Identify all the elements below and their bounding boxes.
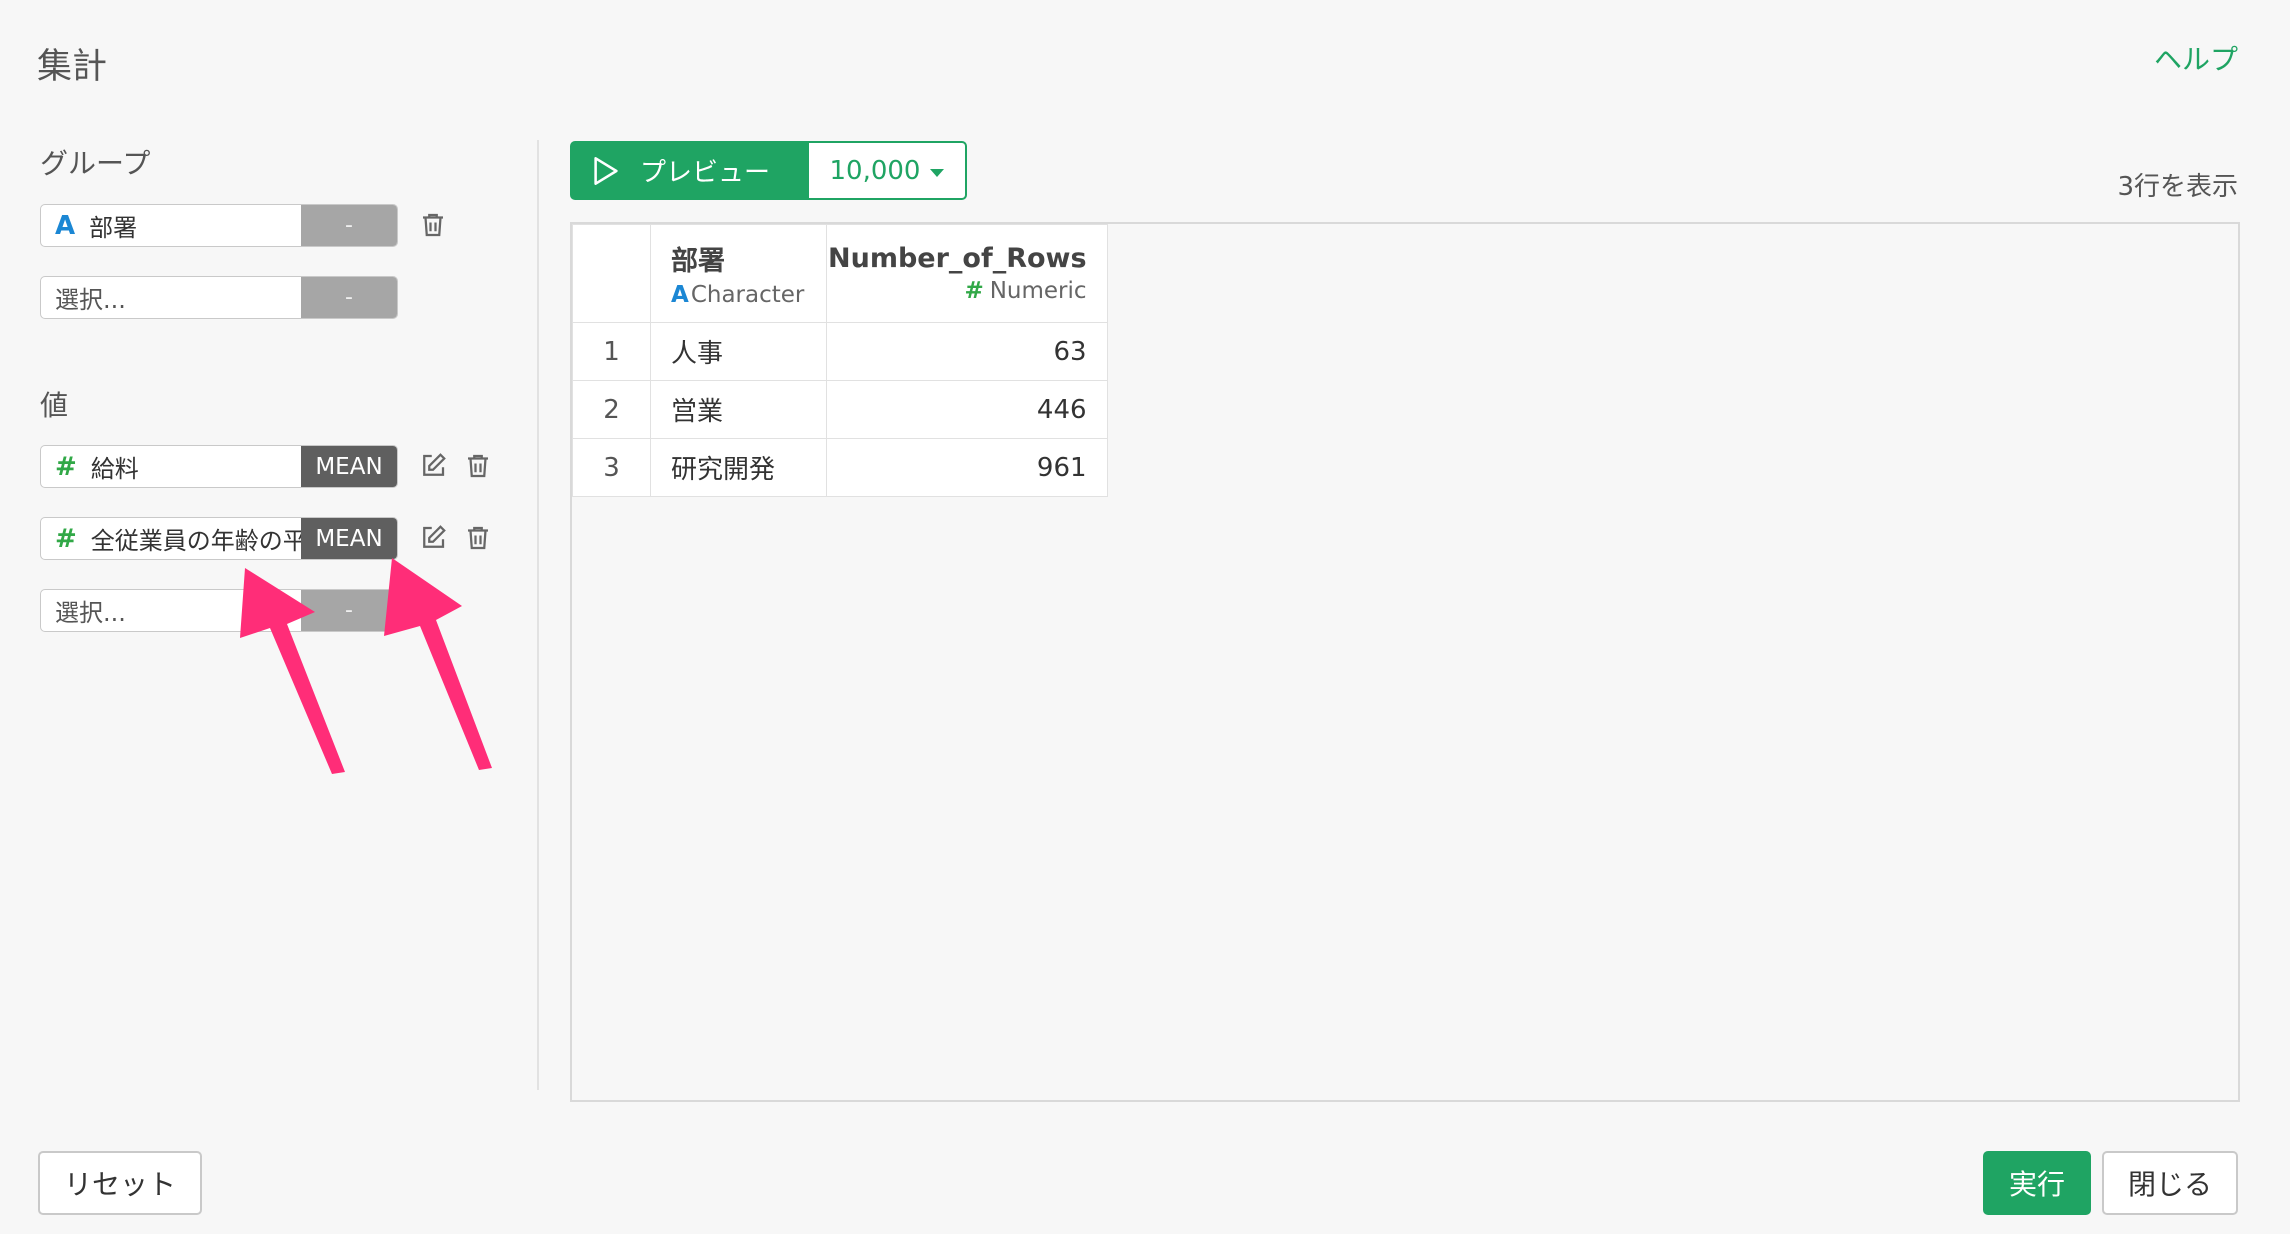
cell-dept: 研究開発 <box>650 438 827 497</box>
value-field-name: 全従業員の年齢の平 <box>90 527 301 555</box>
preview-rows-value: 10,000 <box>829 155 921 186</box>
group-field-agg-dropdown[interactable]: - <box>301 205 397 246</box>
column-header-number-of-rows[interactable]: Number_of_Rows # Numeric <box>826 224 1108 323</box>
reset-button[interactable]: リセット <box>38 1151 202 1215</box>
table-row[interactable]: 2 営業 446 <box>572 380 1108 439</box>
annotation-arrow-icon <box>384 558 492 770</box>
preview-grid[interactable]: 部署 ACharacter Number_of_Rows # Numeric 1 … <box>570 222 2240 1102</box>
edit-icon[interactable] <box>418 451 448 481</box>
play-icon <box>594 156 618 185</box>
cell-count: 63 <box>826 322 1108 381</box>
group-select-field[interactable]: 選択... - <box>40 276 398 319</box>
value-field-name: 給料 <box>90 455 139 483</box>
dialog-title: 集計 <box>37 47 108 87</box>
numeric-type-icon: # <box>964 278 984 304</box>
value-field-agg-dropdown[interactable]: MEAN <box>301 518 397 559</box>
value-section-label: 値 <box>40 389 69 422</box>
table-row[interactable]: 1 人事 63 <box>572 322 1108 381</box>
cell-dept: 営業 <box>650 380 827 439</box>
trash-icon[interactable] <box>463 523 493 553</box>
preview-button-label: プレビュー <box>640 158 771 188</box>
value-select-placeholder: 選択... <box>55 599 126 627</box>
row-count-text: 3行を表示 <box>2117 172 2238 202</box>
row-index: 1 <box>572 322 651 381</box>
group-field-dept[interactable]: A 部署 - <box>40 204 398 247</box>
numeric-type-icon: # <box>55 523 77 554</box>
value-field-salary[interactable]: # 給料 MEAN <box>40 445 398 488</box>
cell-count: 961 <box>826 438 1108 497</box>
cell-dept: 人事 <box>650 322 827 381</box>
row-index: 2 <box>572 380 651 439</box>
group-section-label: グループ <box>40 147 151 180</box>
character-type-icon: A <box>671 282 689 308</box>
value-select-agg[interactable]: - <box>301 590 397 631</box>
close-button[interactable]: 閉じる <box>2102 1151 2238 1215</box>
trash-icon[interactable] <box>418 210 448 240</box>
column-header-dept[interactable]: 部署 ACharacter <box>650 224 827 323</box>
preview-button[interactable]: プレビュー <box>570 141 808 200</box>
row-index: 3 <box>572 438 651 497</box>
value-field-avg-age[interactable]: # 全従業員の年齢の平 MEAN <box>40 517 398 560</box>
cell-count: 446 <box>826 380 1108 439</box>
help-link[interactable]: ヘルプ <box>2154 38 2238 78</box>
preview-rows-dropdown[interactable]: 10,000 <box>807 141 967 200</box>
group-select-placeholder: 選択... <box>55 286 126 314</box>
numeric-type-icon: # <box>55 451 77 482</box>
trash-icon[interactable] <box>463 451 493 481</box>
character-type-icon: A <box>55 210 76 241</box>
row-index-header <box>572 224 651 323</box>
value-select-field[interactable]: 選択... - <box>40 589 398 632</box>
panel-divider <box>537 140 539 1090</box>
table-row[interactable]: 3 研究開発 961 <box>572 438 1108 497</box>
value-field-agg-dropdown[interactable]: MEAN <box>301 446 397 487</box>
group-field-name: 部署 <box>89 214 138 242</box>
run-button[interactable]: 実行 <box>1983 1151 2091 1215</box>
preview-table: 部署 ACharacter Number_of_Rows # Numeric 1 … <box>572 224 1108 497</box>
edit-icon[interactable] <box>418 523 448 553</box>
caret-down-icon <box>930 168 945 177</box>
group-select-agg[interactable]: - <box>301 277 397 318</box>
